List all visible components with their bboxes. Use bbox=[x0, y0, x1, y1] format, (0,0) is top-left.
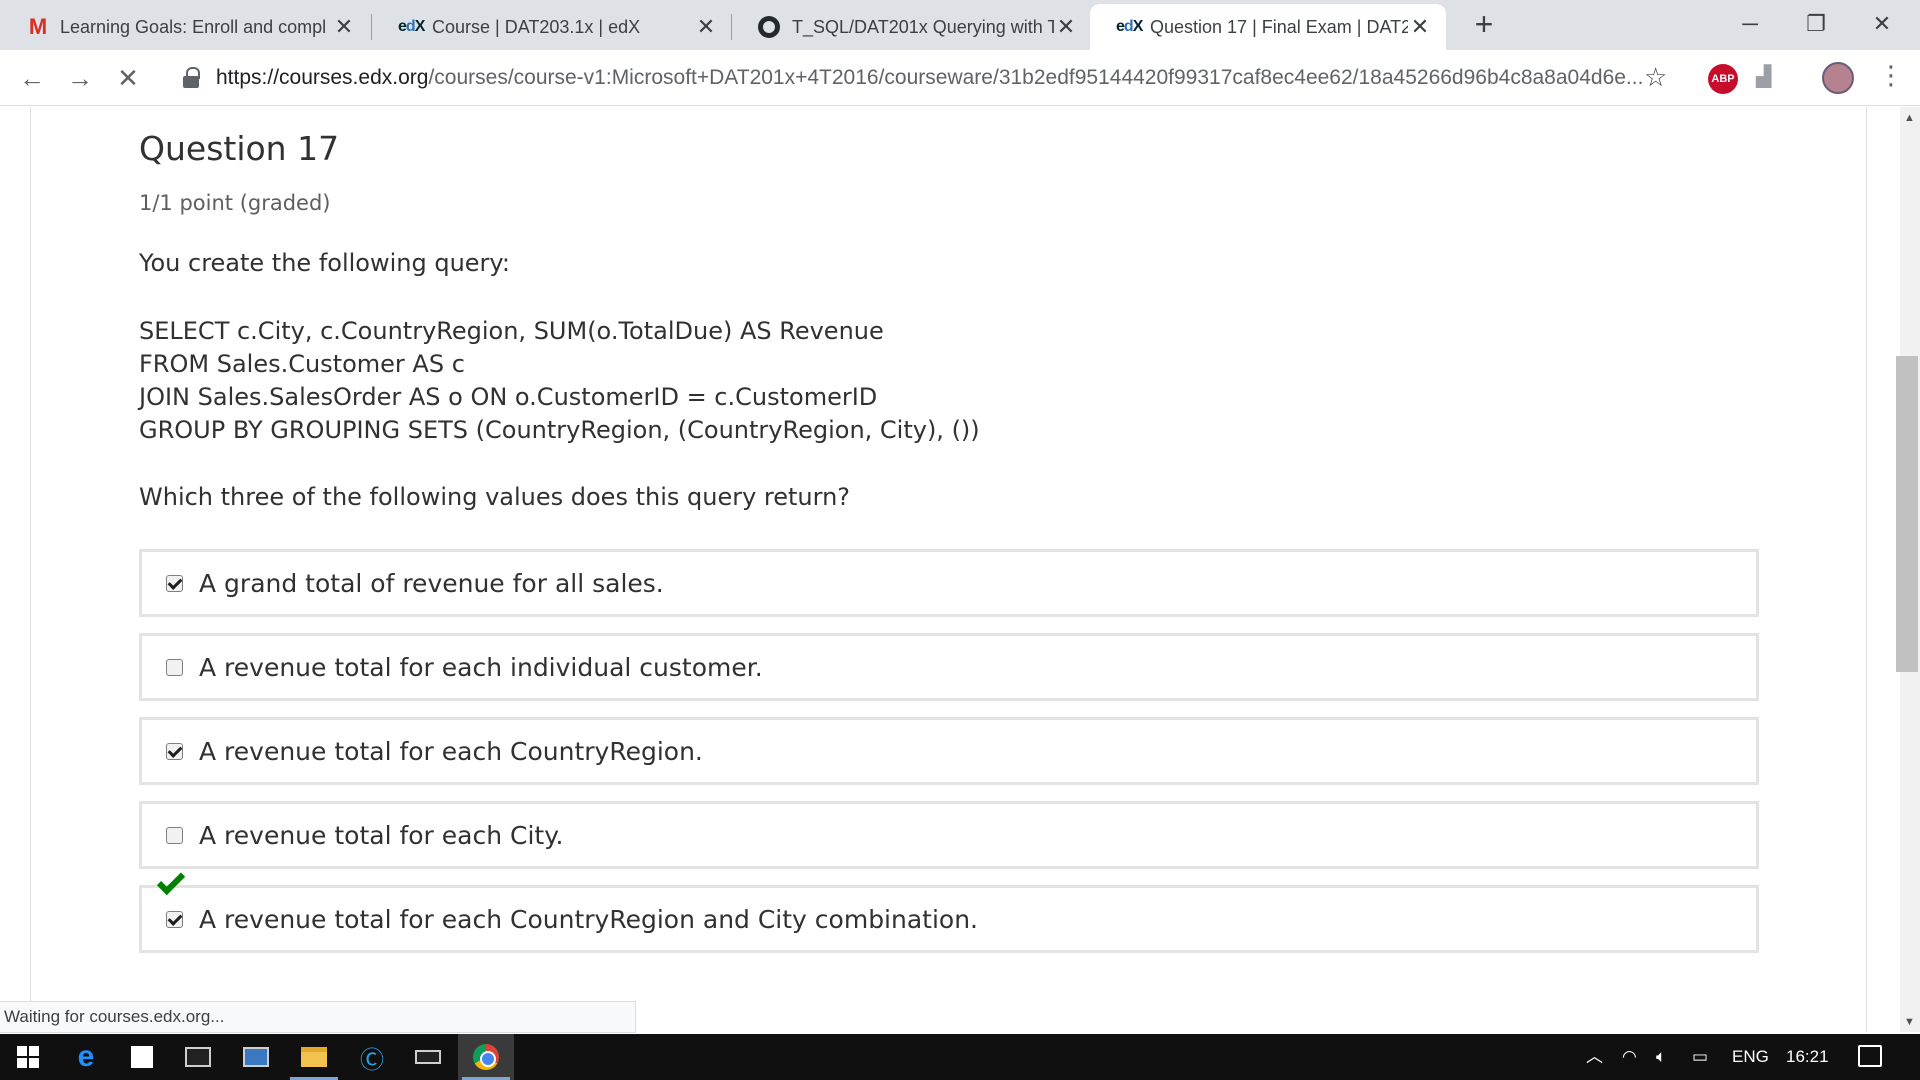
url-path: /courses/course-v1:Microsoft+DAT201x+4T2… bbox=[428, 66, 1644, 89]
tab-github[interactable]: T_SQL/DAT201x Querying with Tr ✕ bbox=[732, 4, 1092, 50]
taskbar-ccleaner[interactable]: Ⓒ bbox=[344, 1034, 400, 1080]
ccleaner-icon: Ⓒ bbox=[360, 1046, 384, 1074]
question-prompt: You create the following query: bbox=[139, 249, 510, 277]
content-border-left bbox=[30, 107, 31, 1032]
edge-icon: e bbox=[77, 1040, 95, 1073]
answer-option[interactable]: A revenue total for each CountryRegion a… bbox=[139, 885, 1759, 953]
chrome-icon bbox=[473, 1044, 499, 1070]
taskbar-file-explorer[interactable] bbox=[286, 1034, 342, 1080]
tab-strip: M Learning Goals: Enroll and compl ✕ edX… bbox=[0, 0, 1920, 50]
answer-option-label: A revenue total for each CountryRegion a… bbox=[199, 904, 979, 934]
adblock-plus-icon[interactable]: ABP bbox=[1708, 64, 1738, 94]
tab-title: Learning Goals: Enroll and compl bbox=[60, 16, 327, 37]
windows-logo-icon bbox=[17, 1046, 39, 1068]
answer-option-label: A revenue total for each individual cust… bbox=[199, 652, 763, 682]
language-indicator[interactable]: ENG bbox=[1732, 1034, 1769, 1080]
battery-icon[interactable]: ▭ bbox=[1692, 1034, 1708, 1080]
edx-icon: edX bbox=[1116, 18, 1143, 35]
start-button[interactable] bbox=[0, 1034, 56, 1080]
content-border-right bbox=[1866, 107, 1867, 1032]
query-line: GROUP BY GROUPING SETS (CountryRegion, (… bbox=[139, 416, 980, 444]
action-center-icon[interactable] bbox=[1858, 1045, 1882, 1067]
answer-option[interactable]: A revenue total for each CountryRegion. bbox=[139, 717, 1759, 785]
url-host: https://courses.edx.org bbox=[216, 66, 429, 89]
tab-title: T_SQL/DAT201x Querying with Tr bbox=[792, 16, 1054, 37]
close-tab-icon[interactable]: ✕ bbox=[694, 14, 718, 40]
tab-title: Course | DAT203.1x | edX bbox=[432, 16, 641, 37]
checkbox-checked[interactable] bbox=[166, 742, 183, 760]
taskbar-edge[interactable]: e bbox=[58, 1034, 114, 1080]
volume-icon[interactable]: 🔈︎ bbox=[1656, 1034, 1666, 1080]
answer-option-label: A revenue total for each City. bbox=[199, 820, 564, 850]
tab-edx-question[interactable]: edX Question 17 | Final Exam | DAT20 ✕ bbox=[1090, 4, 1446, 50]
scroll-down-arrow-icon[interactable]: ▼ bbox=[1904, 1016, 1915, 1028]
question-ask: Which three of the following values does… bbox=[139, 483, 851, 511]
tab-gmail[interactable]: M Learning Goals: Enroll and compl ✕ bbox=[0, 4, 370, 50]
profile-avatar[interactable] bbox=[1822, 62, 1854, 94]
taskbar-chrome[interactable] bbox=[458, 1034, 514, 1080]
edx-icon: edX bbox=[398, 18, 425, 35]
close-tab-icon[interactable]: ✕ bbox=[1408, 14, 1432, 40]
tab-edx-course[interactable]: edX Course | DAT203.1x | edX ✕ bbox=[372, 4, 732, 50]
close-tab-icon[interactable]: ✕ bbox=[332, 14, 356, 40]
query-line: JOIN Sales.SalesOrder AS o ON o.Customer… bbox=[139, 383, 878, 411]
checkbox-unchecked[interactable] bbox=[166, 826, 183, 844]
browser-menu-icon[interactable]: ⋮ bbox=[1878, 60, 1904, 91]
windows-taskbar: e Ⓒ ︿ ◠ 🔈︎ ▭ ENG 16:21 bbox=[0, 1034, 1920, 1080]
tab-title: Question 17 | Final Exam | DAT20 bbox=[1150, 16, 1408, 37]
forward-arrow-icon[interactable]: → bbox=[64, 62, 96, 94]
checkbox-checked[interactable] bbox=[166, 574, 183, 592]
scrollbar-thumb[interactable] bbox=[1896, 356, 1918, 672]
browser-toolbar: ← → ✕ https://courses.edx.org/courses/co… bbox=[0, 50, 1920, 106]
terminal-icon bbox=[185, 1047, 211, 1067]
answer-option-label: A revenue total for each CountryRegion. bbox=[199, 736, 703, 766]
answer-option[interactable]: A grand total of revenue for all sales. bbox=[139, 549, 1759, 617]
new-tab-button[interactable]: + bbox=[1466, 6, 1502, 43]
lock-icon bbox=[182, 65, 204, 91]
bookmark-star-icon[interactable]: ☆ bbox=[1644, 62, 1667, 93]
status-bubble: Waiting for courses.edx.org... bbox=[0, 1001, 636, 1033]
extension-icon[interactable]: ▟ bbox=[1756, 64, 1771, 89]
back-arrow-icon[interactable]: ← bbox=[16, 62, 48, 94]
question-title: Question 17 bbox=[139, 129, 340, 168]
answer-option[interactable]: A revenue total for each City. bbox=[139, 801, 1759, 869]
restore-icon[interactable]: ❐ bbox=[1786, 6, 1846, 42]
answer-option[interactable]: A revenue total for each individual cust… bbox=[139, 633, 1759, 701]
scroll-up-arrow-icon[interactable]: ▲ bbox=[1904, 112, 1915, 124]
answer-option-label: A grand total of revenue for all sales. bbox=[199, 568, 664, 598]
close-tab-icon[interactable]: ✕ bbox=[1054, 14, 1078, 40]
clock[interactable]: 16:21 bbox=[1786, 1034, 1829, 1080]
tray-chevron-icon[interactable]: ︿ bbox=[1586, 1034, 1603, 1080]
query-line: FROM Sales.Customer AS c bbox=[139, 350, 465, 378]
stop-loading-icon[interactable]: ✕ bbox=[112, 62, 144, 94]
checkbox-unchecked[interactable] bbox=[166, 658, 183, 676]
minimize-icon[interactable]: ─ bbox=[1720, 6, 1780, 42]
folder-icon bbox=[301, 1047, 327, 1067]
remote-desktop-icon bbox=[243, 1047, 269, 1067]
taskbar-mysql[interactable] bbox=[400, 1034, 456, 1080]
question-points: 1/1 point (graded) bbox=[139, 191, 331, 215]
taskbar-remote-desktop[interactable] bbox=[228, 1034, 284, 1080]
page-viewport: Question 17 1/1 point (graded) You creat… bbox=[0, 107, 1900, 1032]
mysql-workbench-icon bbox=[415, 1050, 441, 1064]
taskbar-terminal[interactable] bbox=[170, 1034, 226, 1080]
gmail-icon: M bbox=[28, 14, 48, 39]
query-line: SELECT c.City, c.CountryRegion, SUM(o.To… bbox=[139, 317, 884, 345]
github-icon bbox=[758, 16, 780, 38]
address-bar[interactable]: https://courses.edx.org/courses/course-v… bbox=[168, 56, 1688, 100]
store-icon bbox=[131, 1046, 153, 1068]
taskbar-store[interactable] bbox=[114, 1034, 170, 1080]
close-window-icon[interactable]: ✕ bbox=[1852, 6, 1912, 42]
checkbox-checked[interactable] bbox=[166, 910, 183, 928]
wifi-icon[interactable]: ◠ bbox=[1622, 1034, 1637, 1080]
